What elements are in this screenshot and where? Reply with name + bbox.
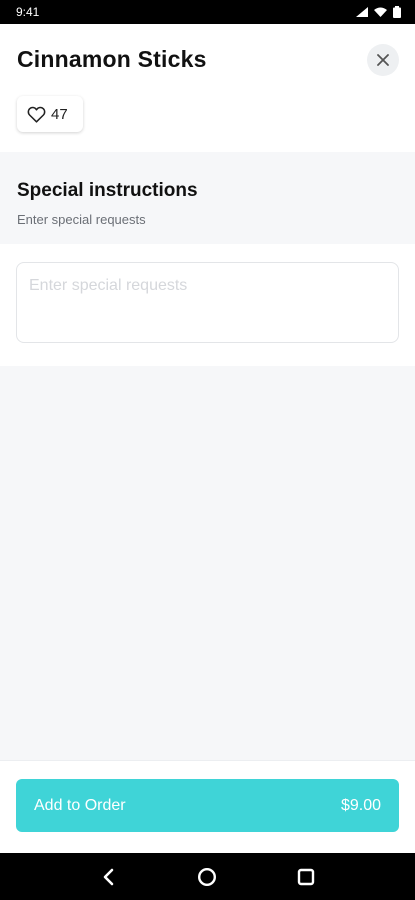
special-instructions-subtitle: Enter special requests: [17, 212, 146, 227]
special-instructions-title: Special instructions: [17, 180, 198, 201]
nav-recents-button[interactable]: [286, 857, 326, 897]
close-icon: [377, 54, 389, 66]
status-time: 9:41: [16, 5, 40, 19]
close-button[interactable]: [367, 44, 399, 76]
like-count: 47: [51, 105, 68, 123]
wifi-icon: [374, 7, 387, 17]
nav-home-button[interactable]: [187, 857, 227, 897]
special-instructions-header: Special instructions Enter special reque…: [0, 152, 415, 244]
heart-icon: [27, 106, 46, 123]
system-nav-bar: [0, 853, 415, 900]
battery-icon: [393, 6, 401, 18]
home-icon: [198, 867, 217, 886]
special-requests-input[interactable]: [16, 262, 399, 343]
nav-back-button[interactable]: [89, 857, 129, 897]
status-bar: 9:41: [0, 0, 415, 24]
add-to-order-label: Add to Order: [34, 796, 126, 814]
signal-icon: [356, 7, 368, 17]
special-instructions-section: [0, 244, 415, 366]
back-icon: [103, 868, 114, 885]
page-title: Cinnamon Sticks: [17, 46, 207, 72]
add-to-order-button[interactable]: Add to Order $9.00: [16, 779, 399, 832]
status-icons: [356, 6, 401, 18]
like-button[interactable]: 47: [17, 96, 83, 132]
order-price: $9.00: [340, 796, 381, 814]
footer: Add to Order $9.00: [0, 760, 415, 853]
recents-icon: [297, 868, 315, 885]
item-header: Cinnamon Sticks 47: [0, 24, 415, 152]
